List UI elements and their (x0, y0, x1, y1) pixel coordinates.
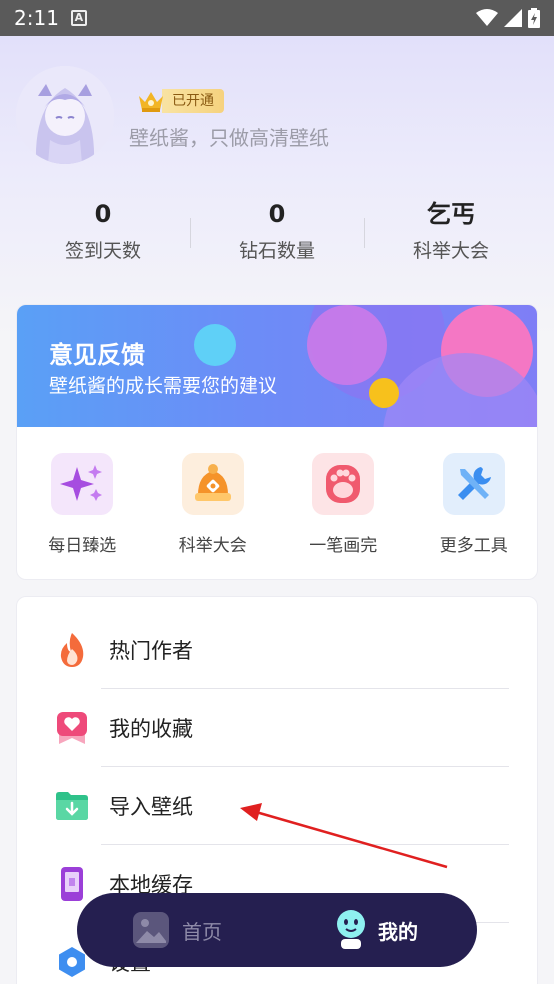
flame-icon (53, 631, 91, 669)
stat-divider (364, 218, 365, 248)
menu-item-import-wallpaper[interactable]: 导入壁纸 (53, 767, 509, 845)
vip-row: 已开通 (136, 88, 224, 114)
banner-subtitle: 壁纸酱的成长需要您的建议 (49, 375, 278, 397)
status-bar: 2:11 A (0, 0, 554, 36)
wifi-icon (476, 9, 498, 26)
tool-daily-picks[interactable]: 每日臻选 (17, 427, 148, 579)
tool-label: 科举大会 (178, 536, 247, 556)
avatar-illustration (16, 66, 114, 164)
vip-status-badge: 已开通 (162, 89, 224, 113)
nav-me-label: 我的 (378, 919, 418, 944)
tool-more-tools[interactable]: 更多工具 (409, 427, 538, 579)
paw-icon (312, 453, 375, 515)
tool-label: 每日臻选 (48, 536, 117, 556)
crown-icon (139, 92, 163, 112)
stat-label: 科举大会 (412, 240, 489, 262)
tool-label: 更多工具 (439, 536, 508, 556)
exam-icon (181, 453, 244, 515)
menu-label: 热门作者 (109, 639, 193, 663)
profile-section: 已开通 壁纸酱，只做高清壁纸 (16, 66, 538, 166)
stat-value: 乞丐 (427, 200, 475, 228)
profile-subtitle: 壁纸酱，只做高清壁纸 (129, 126, 329, 150)
notification-icon: A (70, 10, 87, 26)
phone-icon (53, 865, 91, 903)
tools-card: 意见反馈 壁纸酱的成长需要您的建议 每日臻选 科举大会 一笔画完 更多工具 (16, 304, 538, 580)
status-time: 2:11 (14, 6, 59, 30)
tool-label: 一笔画完 (309, 536, 378, 556)
stat-value: 0 (268, 200, 286, 228)
bottom-navigation: 首页 我的 (77, 893, 477, 967)
battery-icon (528, 8, 540, 28)
tool-exam-contest[interactable]: 科举大会 (148, 427, 279, 579)
nav-me[interactable]: 我的 (277, 909, 477, 951)
image-icon (133, 912, 169, 948)
signal-icon (504, 9, 522, 27)
tools-row: 每日臻选 科举大会 一笔画完 更多工具 (17, 427, 538, 579)
stat-label: 签到天数 (64, 240, 141, 262)
stat-diamond-count[interactable]: 0 钻石数量 (190, 198, 364, 278)
folder-download-icon (53, 787, 91, 825)
stat-label: 钻石数量 (238, 240, 315, 262)
menu-item-favorites[interactable]: 我的收藏 (53, 689, 509, 767)
stats-row: 0 签到天数 0 钻石数量 乞丐 科举大会 (16, 198, 538, 278)
tool-one-stroke[interactable]: 一笔画完 (278, 427, 409, 579)
heart-bookmark-icon (53, 709, 91, 747)
feedback-banner[interactable]: 意见反馈 壁纸酱的成长需要您的建议 (17, 305, 537, 427)
banner-title: 意见反馈 (49, 341, 145, 369)
stat-divider (190, 218, 191, 248)
avatar[interactable] (16, 66, 114, 164)
robot-avatar-icon (337, 910, 365, 949)
nav-home[interactable]: 首页 (77, 911, 277, 949)
sparkle-icon (51, 453, 114, 515)
tools-icon (442, 453, 505, 515)
stat-exam-rank[interactable]: 乞丐 科举大会 (364, 198, 538, 278)
status-indicators (476, 8, 540, 28)
stat-checkin-days[interactable]: 0 签到天数 (16, 198, 190, 278)
stat-value: 0 (94, 200, 112, 228)
nav-home-label: 首页 (182, 919, 222, 944)
menu-item-hot-authors[interactable]: 热门作者 (53, 611, 509, 689)
menu-label: 导入壁纸 (109, 795, 193, 819)
menu-label: 我的收藏 (109, 717, 193, 741)
